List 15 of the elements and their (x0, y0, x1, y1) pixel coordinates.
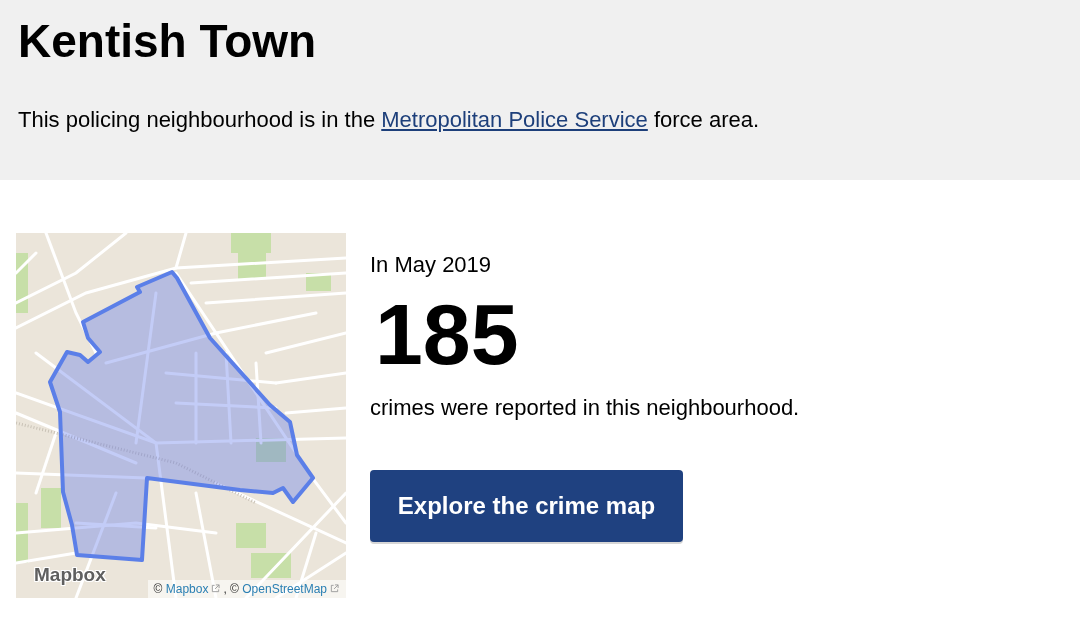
page-title: Kentish Town (18, 14, 317, 69)
police-service-link[interactable]: Metropolitan Police Service (381, 107, 648, 133)
map-logo-text: Mapbox (34, 565, 106, 584)
crime-count: 185 (375, 291, 519, 377)
caption-text: crimes were reported in this neighbourhood. (370, 394, 800, 422)
external-link-icon (211, 584, 221, 593)
map-drawing[interactable] (16, 233, 346, 598)
attribution-link[interactable]: Mapbox (165, 582, 209, 596)
copyright-text: © (153, 582, 164, 596)
external-link-icon (330, 584, 339, 593)
copyright-text: , © (223, 582, 240, 596)
period-text: In May 2019 (370, 251, 492, 279)
explore-map-button[interactable]: Explore the crime map (370, 470, 683, 542)
attribution-link[interactable]: OpenStreetMap (242, 582, 327, 596)
intro-text: This policing neighbourhood is in the Metropolitan Police Service force area. (18, 106, 760, 135)
